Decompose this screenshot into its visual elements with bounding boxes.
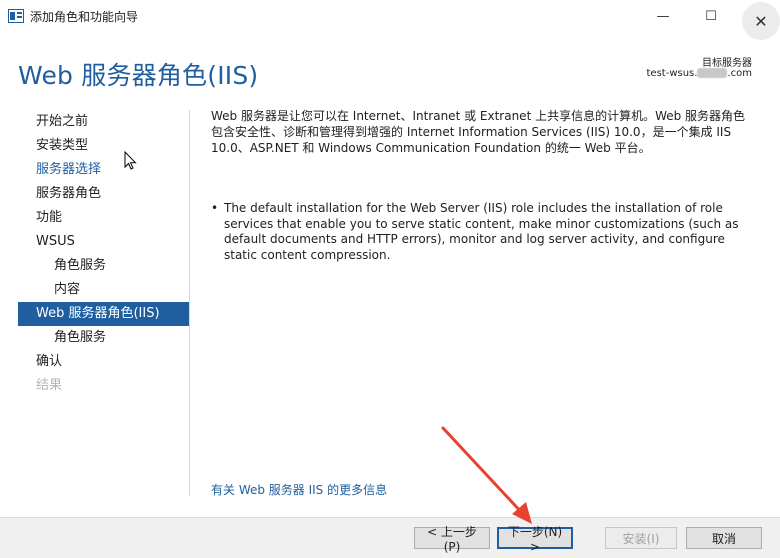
nav-item-6[interactable]: 角色服务 [18,254,189,278]
nav-item-9[interactable]: 角色服务 [18,326,189,350]
nav-item-8[interactable]: Web 服务器角色(IIS) [18,302,189,326]
more-info-link[interactable]: 有关 Web 服务器 IIS 的更多信息 [211,481,387,498]
title-bar: 添加角色和功能向导 — ☐ ✕ [0,0,780,40]
bullet-text: The default installation for the Web Ser… [224,201,739,262]
maximize-button[interactable]: ☐ [688,0,734,32]
target-server-name-suffix: .com [727,68,752,79]
server-manager-icon [8,9,24,23]
minimize-button[interactable]: — [640,0,686,32]
cancel-button[interactable]: 取消 [686,527,762,549]
nav-item-10[interactable]: 确认 [18,350,189,374]
close-button[interactable]: ✕ [742,2,780,40]
nav-item-5[interactable]: WSUS [18,230,189,254]
role-description: Web 服务器是让您可以在 Internet、Intranet 或 Extran… [211,109,746,155]
nav-item-3[interactable]: 服务器角色 [18,182,189,206]
nav-divider [189,110,190,496]
target-server-name: test-wsus. .com [647,68,752,79]
redacted-text [697,68,728,78]
role-bullet: • The default installation for the Web S… [211,201,756,263]
mouse-cursor-icon [124,151,137,170]
wizard-navigation: 开始之前 安装类型 服务器选择 服务器角色 功能 WSUS 角色服务 内容 Web 服务器角色(… [18,110,189,398]
nav-item-4[interactable]: 功能 [18,206,189,230]
bullet-marker: • [211,201,219,215]
nav-item-2[interactable]: 服务器选择 [18,158,189,182]
target-server-name-prefix: test-wsus. [646,68,698,79]
page-title: Web 服务器角色(IIS) [18,61,259,90]
previous-button[interactable]: < 上一步(P) [414,525,490,554]
nav-item-11: 结果 [36,378,63,393]
install-button: 安装(I) [605,527,677,549]
next-button[interactable]: 下一步(N) > [497,525,573,554]
nav-item-1[interactable]: 安装类型 [18,134,189,158]
nav-item-7[interactable]: 内容 [18,278,189,302]
window-title: 添加角色和功能向导 [30,10,139,24]
target-server-label: 目标服务器 [702,58,752,69]
nav-item-0[interactable]: 开始之前 [18,110,189,134]
